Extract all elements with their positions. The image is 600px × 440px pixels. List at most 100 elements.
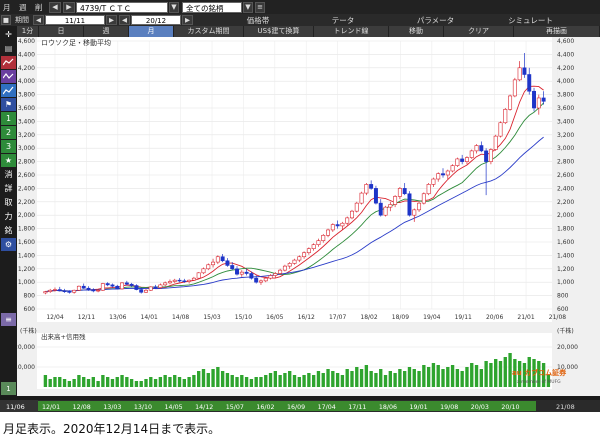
volume-bar bbox=[225, 373, 230, 387]
volume-bar bbox=[369, 371, 373, 387]
volume-bar bbox=[201, 369, 206, 387]
menu-simulate[interactable]: シミュレート bbox=[483, 15, 578, 26]
x-tick-label: 14/08 bbox=[172, 314, 189, 321]
to-back-icon[interactable]: ◀ bbox=[119, 15, 130, 25]
sidebar-item-power[interactable]: 力 bbox=[1, 210, 16, 223]
flag-icon[interactable]: ⚑ bbox=[1, 98, 16, 111]
tab-week[interactable]: 週 bbox=[84, 26, 129, 37]
price-tick-right: 2,800 bbox=[557, 159, 574, 166]
prev-arrow-icon[interactable]: ◀ bbox=[49, 1, 61, 13]
volume-bar bbox=[197, 371, 201, 387]
volume-bar bbox=[244, 377, 249, 387]
candle-body bbox=[445, 170, 450, 176]
sidebar-item-take[interactable]: 取 bbox=[1, 196, 16, 209]
from-date-field[interactable]: 11/11 bbox=[45, 15, 105, 25]
date-bar-label: 17/04 bbox=[318, 404, 336, 411]
candle-body bbox=[134, 285, 139, 290]
mode-label-2[interactable]: 週 bbox=[16, 2, 32, 13]
candle-body bbox=[48, 289, 53, 292]
tab-month[interactable]: 月 bbox=[129, 26, 174, 37]
group-dropdown-arrow-icon[interactable]: ▼ bbox=[243, 1, 253, 13]
volume-bar bbox=[431, 363, 436, 387]
volume-toggle-icon[interactable]: ≡ bbox=[1, 313, 16, 326]
price-tick-right: 3,000 bbox=[557, 145, 574, 152]
candle-body bbox=[120, 282, 125, 290]
x-tick-label: 15/03 bbox=[203, 314, 220, 321]
chart-svg[interactable]: 4,600 4,400 4,200 4,000 3,800 3,600 3,400 3,200… bbox=[14, 37, 600, 396]
volume-bar bbox=[192, 375, 196, 387]
tab-clear[interactable]: クリア bbox=[444, 26, 514, 37]
sidebar-item-brand[interactable]: 銘 bbox=[1, 224, 16, 237]
crosshair-icon[interactable]: ✛ bbox=[1, 28, 16, 41]
period-icon[interactable]: ■ bbox=[1, 15, 11, 25]
volume-bar bbox=[216, 367, 220, 387]
volume-bar bbox=[86, 379, 91, 387]
candle-body bbox=[72, 289, 77, 293]
price-tick-right: 2,000 bbox=[557, 212, 574, 219]
candle-body bbox=[158, 284, 163, 288]
candle-body bbox=[493, 135, 498, 150]
x-tick-label: 15/10 bbox=[235, 314, 252, 321]
print-icon[interactable]: ▤ bbox=[1, 42, 16, 55]
volume-bar bbox=[77, 375, 81, 387]
date-bar-label: 13/03 bbox=[103, 404, 121, 411]
volume-bar bbox=[379, 369, 383, 387]
x-tick-label: 16/05 bbox=[266, 314, 283, 321]
volume-bar bbox=[149, 377, 153, 387]
price-tick-right: 800 bbox=[557, 293, 569, 300]
sidebar: ✛ ▤ ⚑ 1 2 3 ★ 消 詳 取 力 銘 ⚙ ≡ 1 bbox=[0, 26, 17, 396]
bar-chart-icon[interactable] bbox=[1, 84, 16, 97]
candle-body bbox=[522, 67, 527, 75]
period-back-icon[interactable]: ◀ bbox=[33, 15, 44, 25]
line-chart-icon[interactable] bbox=[1, 70, 16, 83]
candle-body bbox=[402, 188, 407, 195]
menu-data[interactable]: テータ bbox=[298, 15, 388, 26]
chart-pane[interactable]: 4,600 4,400 4,200 4,000 3,800 3,600 3,400 3,200… bbox=[14, 37, 600, 396]
candle-body bbox=[417, 202, 422, 211]
candle-chart-icon[interactable] bbox=[1, 56, 16, 69]
stock-code-field[interactable]: 4739/T ＣＴＣ bbox=[76, 1, 168, 13]
tab-trendline[interactable]: トレンド線 bbox=[314, 26, 389, 37]
sidebar-item-detail[interactable]: 詳 bbox=[1, 182, 16, 195]
from-fwd-icon[interactable]: ▶ bbox=[106, 15, 117, 25]
price-tick-left: 600 bbox=[24, 306, 36, 313]
tab-custom-period[interactable]: カスタム期間 bbox=[174, 26, 244, 37]
tab-1min[interactable]: 1分 bbox=[17, 26, 39, 37]
mode-label-3[interactable]: 削 bbox=[32, 2, 48, 13]
star-icon[interactable]: ★ bbox=[1, 154, 16, 167]
volume-bar bbox=[182, 379, 186, 387]
volume-bar bbox=[484, 361, 488, 387]
dropdown-arrow-icon[interactable]: ▼ bbox=[169, 1, 179, 13]
volume-sidebar-item-1[interactable]: 1 bbox=[1, 382, 16, 395]
candle-body bbox=[230, 265, 235, 270]
candle-body bbox=[378, 202, 383, 216]
tab-day[interactable]: 日 bbox=[39, 26, 84, 37]
volume-bar bbox=[326, 369, 330, 387]
mode-label[interactable]: 月 bbox=[0, 2, 16, 13]
volume-bar bbox=[465, 367, 469, 387]
price-tick-right: 1,400 bbox=[557, 252, 574, 259]
stock-group-dropdown[interactable]: 全ての銘柄 bbox=[182, 1, 242, 13]
candle-body bbox=[421, 193, 426, 204]
menu-price-band[interactable]: 価格帯 bbox=[218, 15, 298, 26]
to-fwd-icon[interactable]: ▶ bbox=[182, 15, 193, 25]
date-scroll-bar[interactable]: 11/06 12/01 12/08 13/03 13/10 14/05 14/12 15/0… bbox=[0, 400, 600, 412]
sidebar-item-3[interactable]: 3 bbox=[1, 140, 16, 153]
price-tick-right: 3,400 bbox=[557, 118, 574, 125]
tab-usd-conversion[interactable]: US$建て換算 bbox=[244, 26, 314, 37]
volume-bar bbox=[403, 371, 407, 387]
sidebar-item-1[interactable]: 1 bbox=[1, 112, 16, 125]
menu-parameter[interactable]: パラメータ bbox=[388, 15, 483, 26]
sidebar-item-2[interactable]: 2 bbox=[1, 126, 16, 139]
next-arrow-icon[interactable]: ▶ bbox=[63, 1, 75, 13]
gear-icon[interactable]: ⚙ bbox=[1, 238, 16, 251]
volume-bar bbox=[230, 375, 234, 387]
tab-redraw[interactable]: 再描画 bbox=[514, 26, 600, 37]
volume-bar bbox=[67, 381, 72, 387]
volume-bar bbox=[220, 371, 225, 387]
to-date-field[interactable]: 20/12 bbox=[131, 15, 181, 25]
volume-bar bbox=[311, 375, 316, 387]
menu-icon[interactable]: ≡ bbox=[255, 1, 265, 13]
tab-move[interactable]: 移動 bbox=[389, 26, 444, 37]
sidebar-item-erase[interactable]: 消 bbox=[1, 168, 16, 181]
